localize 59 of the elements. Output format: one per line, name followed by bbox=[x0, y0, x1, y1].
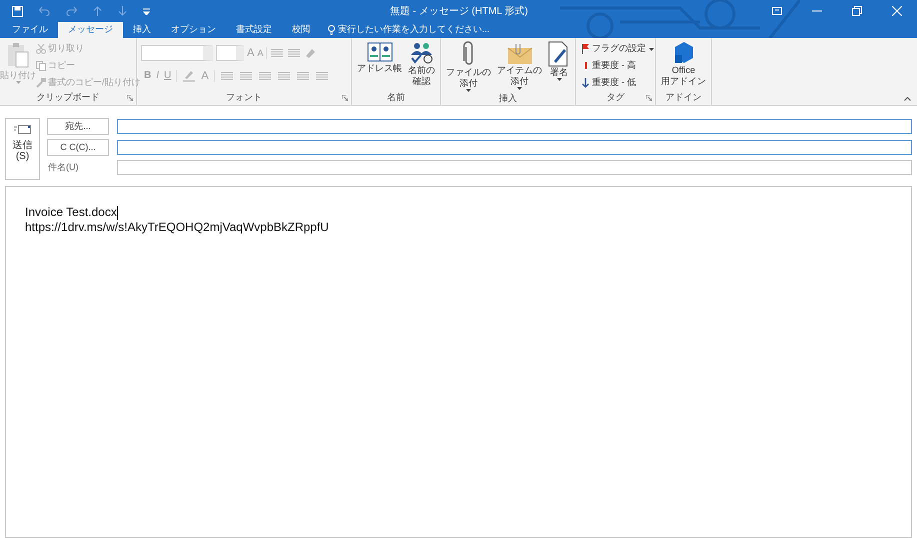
clipboard-icon bbox=[7, 42, 29, 68]
send-button[interactable]: 送信 (S) bbox=[5, 118, 40, 180]
caret-icon bbox=[16, 81, 20, 84]
window-title: 無題 - メッセージ (HTML 形式) bbox=[390, 4, 528, 19]
subject-label: 件名(U) bbox=[47, 160, 80, 174]
flag-icon bbox=[582, 44, 589, 54]
tag-button[interactable]: フラグの設定 bbox=[582, 42, 655, 56]
cc-button[interactable]: C C(C)... bbox=[47, 139, 109, 156]
message-body[interactable]: Invoice Test.docx https://1drv.ms/w/s!AkyTrEQOHQ2mjVaqWvpbBkZRppfU bbox=[5, 186, 912, 538]
ribbon-button[interactable]: アドレス帳 bbox=[354, 38, 405, 91]
group-label: 名前 bbox=[387, 91, 405, 104]
subject-field[interactable] bbox=[117, 160, 912, 175]
body-text-line: https://1drv.ms/w/s!AkyTrEQOHQ2mjVaqWvpbBkZRppfU bbox=[25, 220, 329, 235]
ribbon-tab[interactable]: 校閲 bbox=[282, 22, 320, 38]
group-label: フォント bbox=[226, 91, 262, 104]
ribbon-button[interactable]: 名前の 確認 bbox=[405, 38, 438, 91]
collapse-ribbon-icon[interactable] bbox=[904, 97, 911, 101]
tell-me-field[interactable]: 実行したい作業を入力してください... bbox=[320, 22, 498, 38]
signature-icon bbox=[548, 41, 570, 67]
envelope-icon bbox=[14, 125, 32, 135]
ribbon-button[interactable]: Office 用アドイン bbox=[658, 38, 709, 91]
brush-icon bbox=[36, 78, 46, 88]
group-label: アドイン bbox=[666, 91, 702, 104]
to-button[interactable]: 宛先... bbox=[47, 118, 109, 135]
text-cursor bbox=[116, 206, 118, 220]
group-label: 挿入 bbox=[499, 92, 517, 105]
address-book-icon bbox=[366, 41, 392, 63]
customize-icon[interactable] bbox=[143, 8, 150, 14]
undo-icon[interactable] bbox=[39, 6, 50, 16]
lightbulb-icon bbox=[328, 25, 335, 35]
tag-button[interactable]: 重要度 - 低 bbox=[582, 76, 655, 90]
down-arrow-icon[interactable] bbox=[118, 6, 127, 16]
ribbon-button[interactable]: ファイルの 添付 bbox=[443, 38, 494, 92]
body-text-line: Invoice Test.docx bbox=[25, 205, 117, 220]
dialog-launcher-icon[interactable] bbox=[646, 95, 652, 101]
ribbon-button[interactable]: アイテムの 添付 bbox=[494, 38, 545, 92]
scissors-icon bbox=[36, 44, 46, 54]
copy-icon bbox=[36, 60, 46, 70]
ribbon-button[interactable]: 署名 bbox=[545, 38, 573, 92]
ribbon-display-icon[interactable] bbox=[772, 7, 782, 15]
ribbon-tab[interactable]: 挿入 bbox=[123, 22, 161, 38]
check-names-icon bbox=[408, 41, 434, 65]
envelope-clip-icon bbox=[506, 41, 532, 65]
tag-button[interactable]: 重要度 - 高 bbox=[582, 59, 655, 73]
ribbon-tab[interactable]: 書式設定 bbox=[226, 22, 282, 38]
caret-icon bbox=[649, 48, 654, 50]
up-arrow-icon[interactable] bbox=[93, 6, 102, 16]
cc-field[interactable] bbox=[117, 140, 912, 155]
save-icon[interactable] bbox=[12, 6, 23, 16]
group-label: タグ bbox=[606, 91, 624, 104]
ribbon-tab[interactable]: オプション bbox=[161, 22, 226, 38]
close-icon[interactable] bbox=[892, 6, 902, 16]
down-arrow-icon bbox=[582, 78, 589, 88]
restore-icon[interactable] bbox=[852, 6, 862, 16]
to-field[interactable] bbox=[117, 119, 912, 134]
redo-icon[interactable] bbox=[66, 6, 77, 16]
ribbon-tab[interactable]: メッセージ bbox=[58, 22, 123, 38]
ribbon-tab[interactable]: ファイル bbox=[2, 22, 58, 38]
group-label: クリップボード bbox=[36, 91, 100, 104]
